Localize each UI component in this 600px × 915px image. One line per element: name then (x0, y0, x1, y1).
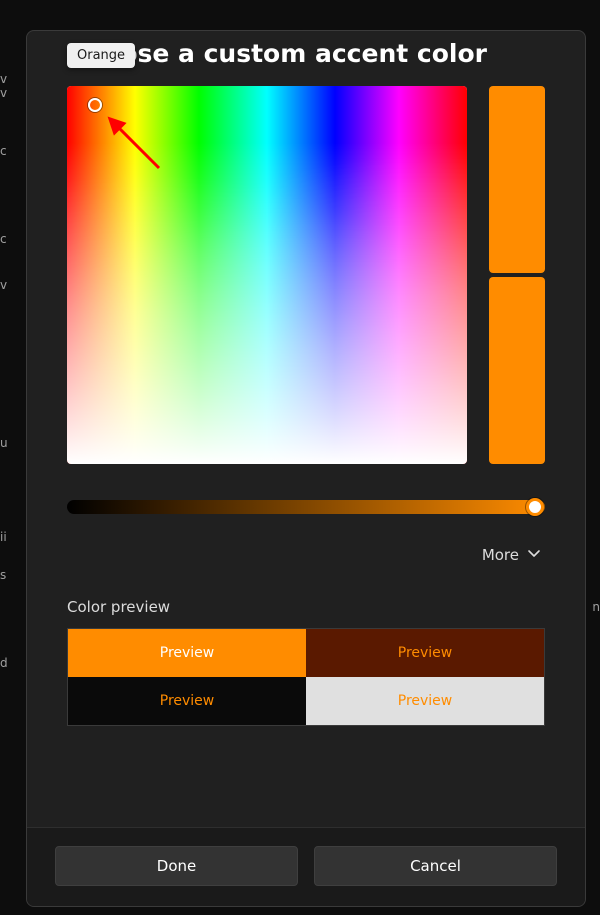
color-field-selector[interactable] (88, 98, 102, 112)
swatch-current[interactable] (489, 86, 545, 273)
accent-color-dialog: Choose a custom accent color Orange (26, 30, 586, 907)
more-label: More (482, 546, 519, 564)
dialog-footer: Done Cancel (27, 827, 585, 906)
value-slider-thumb[interactable] (526, 498, 544, 516)
color-preview-cell: Preview (68, 629, 306, 677)
cancel-button[interactable]: Cancel (314, 846, 557, 886)
chevron-down-icon (527, 546, 541, 564)
color-field[interactable] (67, 86, 467, 464)
color-preview-cell: Preview (306, 629, 544, 677)
value-slider-track[interactable] (67, 500, 545, 514)
color-name-tooltip: Orange (67, 43, 135, 68)
dialog-title: Choose a custom accent color (67, 39, 545, 68)
swatch-previous[interactable] (489, 277, 545, 464)
color-preview-cell: Preview (68, 677, 306, 725)
done-button[interactable]: Done (55, 846, 298, 886)
more-toggle[interactable]: More (67, 540, 545, 570)
color-preview-grid: Preview Preview Preview Preview (67, 628, 545, 726)
color-preview-heading: Color preview (67, 598, 545, 616)
color-preview-cell: Preview (306, 677, 544, 725)
